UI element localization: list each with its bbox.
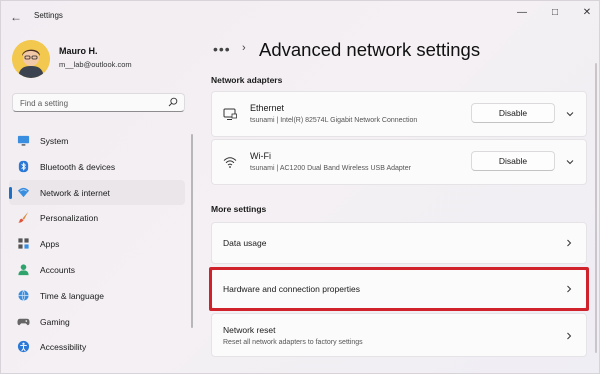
- sidebar-item-label: Time & language: [40, 290, 104, 301]
- sidebar-item-label: Bluetooth & devices: [40, 161, 116, 172]
- network-reset-description: Reset all network adapters to factory se…: [223, 339, 363, 346]
- disable-ethernet-button[interactable]: Disable: [471, 103, 555, 123]
- network-reset-item[interactable]: Network reset Reset all network adapters…: [211, 313, 587, 357]
- main-scrollbar[interactable]: [595, 63, 597, 353]
- ethernet-adapter-card[interactable]: Ethernet tsunami | Intel(R) 82574L Gigab…: [211, 91, 587, 137]
- disable-wifi-button[interactable]: Disable: [471, 151, 555, 171]
- accessibility-icon: [17, 341, 30, 353]
- wifi-diamond-icon: [17, 187, 30, 197]
- sidebar-item-label: Accessibility: [40, 342, 87, 353]
- sidebar-item-time-language[interactable]: Time & language: [9, 283, 185, 309]
- globe-clock-icon: [18, 290, 29, 301]
- profile-name: Mauro H.: [59, 46, 98, 56]
- data-usage-item[interactable]: Data usage: [211, 222, 587, 264]
- breadcrumb-more-button[interactable]: •••: [213, 41, 231, 57]
- person-icon: [18, 264, 29, 276]
- sidebar-item-network-internet[interactable]: Network & internet: [9, 179, 185, 206]
- sidebar-item-label: System: [40, 136, 69, 146]
- app-title: Settings: [34, 11, 63, 20]
- wifi-adapter-card[interactable]: Wi-Fi tsunami | AC1200 Dual Band Wireles…: [211, 139, 587, 185]
- more-settings-heading: More settings: [211, 204, 267, 214]
- avatar[interactable]: [12, 40, 50, 78]
- sidebar-item-accounts[interactable]: Accounts: [9, 257, 185, 283]
- minimize-button[interactable]: —: [507, 5, 537, 21]
- close-button[interactable]: ✕: [572, 5, 599, 21]
- apps-grid-icon: [18, 238, 29, 249]
- adapter-name: Wi-Fi: [250, 151, 271, 161]
- highlight-annotation-box: [209, 267, 589, 311]
- sidebar-item-label: Accounts: [40, 264, 75, 275]
- sidebar-scrollbar[interactable]: [191, 134, 193, 328]
- sidebar-item-system[interactable]: System: [9, 128, 185, 154]
- sidebar-item-label: Apps: [40, 239, 60, 250]
- sidebar-item-label: Personalization: [40, 213, 99, 224]
- sidebar-item-accessibility[interactable]: Accessibility: [9, 334, 185, 360]
- search-input[interactable]: Find a setting: [12, 93, 185, 112]
- ethernet-monitor-icon: [223, 108, 237, 120]
- sidebar-nav: System Bluetooth & devices Network & int…: [9, 128, 185, 360]
- monitor-icon: [17, 135, 30, 146]
- chevron-down-icon[interactable]: [566, 158, 574, 166]
- chevron-right-icon: [567, 332, 572, 340]
- search-placeholder: Find a setting: [20, 99, 69, 108]
- settings-window: ← Settings — □ ✕ Mauro H. m__lab@outlook…: [0, 0, 600, 374]
- gamepad-icon: [17, 318, 30, 325]
- search-icon: [168, 97, 178, 107]
- sidebar-item-label: Network & internet: [40, 187, 110, 198]
- chevron-down-icon[interactable]: [566, 110, 574, 118]
- brush-icon: [18, 212, 29, 224]
- avatar-illustration-icon: [12, 40, 50, 78]
- back-button[interactable]: ←: [7, 9, 25, 25]
- sidebar-item-personalization[interactable]: Personalization: [9, 205, 185, 231]
- adapter-description: tsunami | Intel(R) 82574L Gigabit Networ…: [250, 117, 418, 124]
- breadcrumb-separator: ›: [242, 42, 246, 54]
- network-reset-label: Network reset: [223, 325, 276, 335]
- bluetooth-icon: [18, 160, 29, 172]
- title-bar: ← Settings — □ ✕: [1, 1, 599, 33]
- sidebar-item-label: Gaming: [40, 316, 70, 327]
- network-adapters-heading: Network adapters: [211, 75, 283, 85]
- page-title: Advanced network settings: [259, 39, 481, 60]
- adapter-description: tsunami | AC1200 Dual Band Wireless USB …: [250, 165, 411, 172]
- maximize-button[interactable]: □: [540, 5, 570, 21]
- wifi-icon: [223, 157, 237, 168]
- sidebar-item-apps[interactable]: Apps: [9, 231, 185, 257]
- sidebar-item-bluetooth-devices[interactable]: Bluetooth & devices: [9, 154, 185, 180]
- profile-email: m__lab@outlook.com: [59, 60, 132, 69]
- data-usage-label: Data usage: [223, 238, 267, 248]
- chevron-right-icon: [567, 239, 572, 247]
- adapter-name: Ethernet: [250, 103, 285, 113]
- sidebar-item-gaming[interactable]: Gaming: [9, 309, 185, 335]
